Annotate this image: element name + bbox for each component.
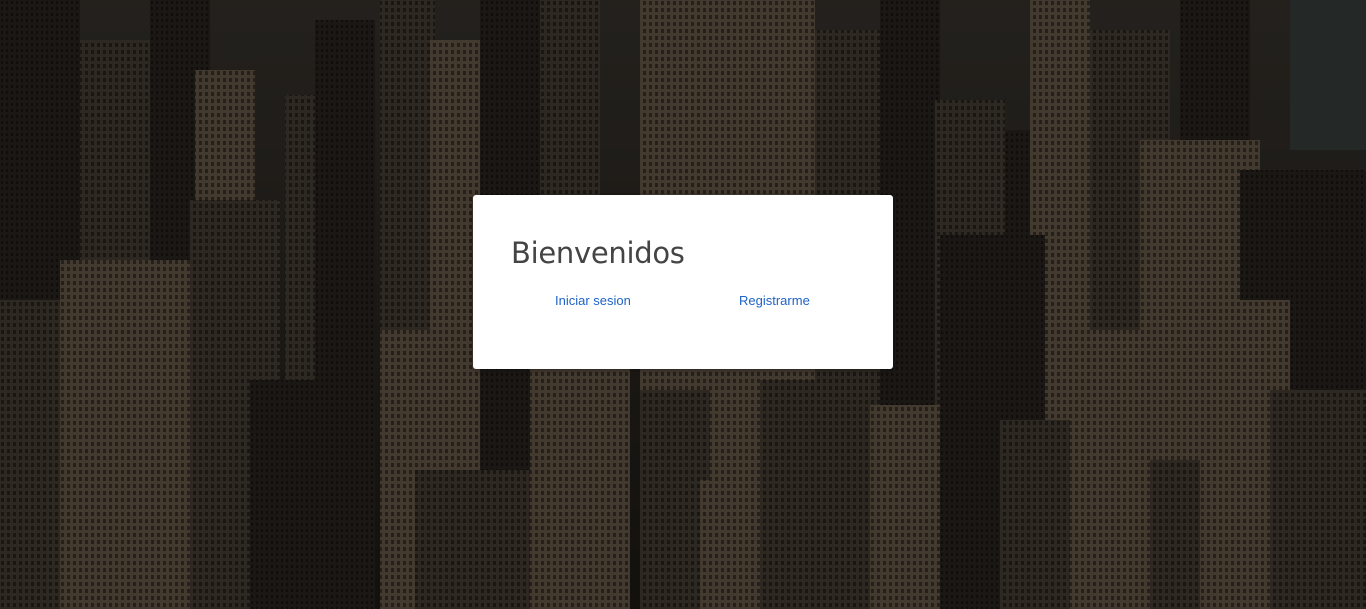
login-link[interactable]: Iniciar sesion bbox=[555, 292, 631, 310]
welcome-card: Bienvenidos Iniciar sesion Registrarme bbox=[473, 195, 893, 369]
welcome-title: Bienvenidos bbox=[511, 236, 685, 270]
auth-links: Iniciar sesion Registrarme bbox=[473, 292, 893, 310]
register-link[interactable]: Registrarme bbox=[739, 292, 810, 310]
